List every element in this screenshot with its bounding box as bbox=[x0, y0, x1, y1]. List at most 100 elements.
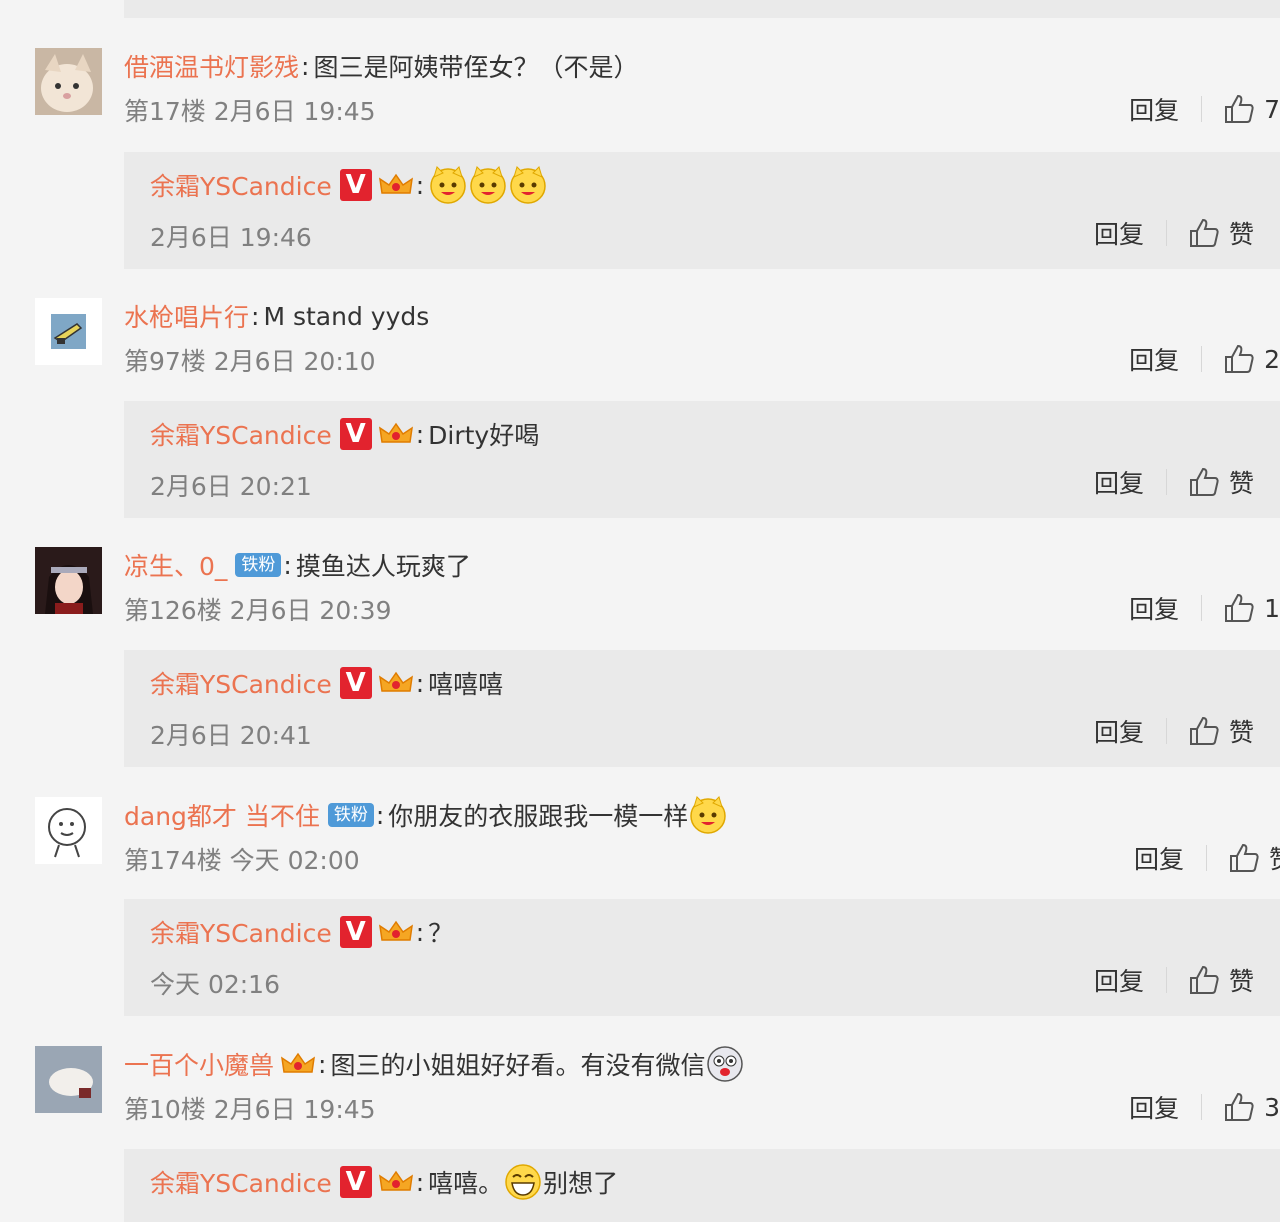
reply-actions: 回复 赞 bbox=[1094, 216, 1254, 250]
divider bbox=[1201, 96, 1203, 122]
reply-username[interactable]: 余霜YSCandice bbox=[150, 416, 332, 452]
comment-username[interactable]: dang都才 当不住 bbox=[124, 797, 320, 833]
thumbs-up-icon bbox=[1189, 965, 1219, 994]
thumbs-up-icon bbox=[1225, 344, 1254, 373]
comment-text: 图三是阿姨带侄女？（不是） bbox=[313, 53, 639, 82]
comment-text: 图三的小姐姐好好看。有没有微信 bbox=[330, 1051, 706, 1080]
reply-button[interactable]: 回复 bbox=[1094, 713, 1144, 749]
like-label: 赞 bbox=[1228, 967, 1254, 996]
reply-button[interactable]: 回复 bbox=[1129, 1089, 1179, 1125]
avatar[interactable] bbox=[35, 547, 102, 614]
avatar[interactable] bbox=[35, 1046, 102, 1113]
verified-badge: V bbox=[339, 169, 372, 201]
colon: : bbox=[415, 668, 425, 698]
like-label: 赞 bbox=[1228, 469, 1254, 498]
comment-actions: 回复 3 bbox=[1129, 1090, 1280, 1124]
like-count: 3 bbox=[1264, 1092, 1280, 1122]
hand-avatar-icon bbox=[35, 1046, 102, 1113]
like-button[interactable]: 7 bbox=[1222, 92, 1280, 126]
divider bbox=[1205, 845, 1207, 871]
reply-button[interactable]: 回复 bbox=[1129, 91, 1179, 127]
reply-meta: 2月6日 20:21 bbox=[150, 472, 312, 501]
thumbs-up-icon bbox=[1189, 716, 1219, 745]
reply-text: 嘻嘻。 bbox=[428, 1169, 504, 1198]
avatar[interactable] bbox=[35, 797, 102, 864]
comment-username[interactable]: 凉生、0_ bbox=[124, 547, 227, 583]
reply-button[interactable]: 回复 bbox=[1094, 464, 1144, 500]
reply-meta: 今天 02:16 bbox=[150, 970, 280, 999]
comment-text: M stand yyds bbox=[263, 301, 430, 331]
crown-fan-icon bbox=[378, 920, 413, 941]
divider bbox=[1201, 595, 1203, 621]
reply-box: 余霜YSCandice V : 嘻嘻嘻 2月6日 20:41 回复 赞 bbox=[124, 650, 1280, 767]
smile-emoji-icon bbox=[468, 165, 508, 205]
comment-meta: 第17楼 2月6日 19:45 bbox=[124, 97, 376, 126]
verified-badge: V bbox=[339, 418, 372, 450]
doodle-avatar-icon bbox=[35, 797, 102, 864]
reply-username[interactable]: 余霜YSCandice bbox=[150, 1164, 332, 1200]
reply-box: 余霜YSCandice V : 2月6日 19:46 回复 赞 bbox=[124, 152, 1280, 269]
verified-badge: V bbox=[339, 1166, 372, 1198]
like-button[interactable]: 2 bbox=[1222, 342, 1280, 376]
divider bbox=[1165, 967, 1167, 993]
reply-text-2: 别想了 bbox=[543, 1169, 619, 1198]
divider bbox=[1165, 718, 1167, 744]
comment-text: 你朋友的衣服跟我一模一样 bbox=[388, 802, 689, 831]
thumbs-up-icon bbox=[1229, 843, 1259, 872]
thumbs-up-icon bbox=[1189, 218, 1219, 247]
reply-text: 嘻嘻嘻 bbox=[428, 670, 504, 699]
reply-button[interactable]: 回复 bbox=[1134, 840, 1184, 876]
crown-fan-icon bbox=[378, 671, 413, 692]
comment-username[interactable]: 一百个小魔兽 bbox=[124, 1046, 274, 1082]
reply-button[interactable]: 回复 bbox=[1129, 341, 1179, 377]
reply-username[interactable]: 余霜YSCandice bbox=[150, 167, 332, 203]
colon: : bbox=[415, 1167, 425, 1197]
like-button[interactable]: 赞 bbox=[1187, 962, 1254, 998]
comment-username[interactable]: 水枪唱片行 bbox=[124, 298, 249, 334]
crown-fan-icon bbox=[378, 173, 413, 194]
like-count: 1 bbox=[1264, 593, 1280, 623]
thumbs-up-icon bbox=[1225, 593, 1254, 622]
like-label: 赞 bbox=[1228, 718, 1254, 747]
cat-avatar-icon bbox=[35, 48, 102, 115]
smile-emoji-icon bbox=[508, 165, 548, 205]
comment-actions: 回复 2 bbox=[1129, 342, 1280, 376]
crown-fan-icon bbox=[378, 1170, 413, 1191]
fan-badge: 铁粉 bbox=[327, 803, 374, 827]
reply-username[interactable]: 余霜YSCandice bbox=[150, 665, 332, 701]
comment-actions: 回复 7 bbox=[1129, 92, 1280, 126]
reply-text: Dirty好喝 bbox=[428, 421, 540, 450]
divider bbox=[1201, 1094, 1203, 1120]
like-count: 7 bbox=[1264, 94, 1280, 124]
like-button[interactable]: 赞 bbox=[1227, 840, 1280, 876]
reply-actions: 回复 赞 bbox=[1094, 714, 1254, 748]
smile-emoji-icon bbox=[428, 165, 468, 205]
like-button[interactable]: 赞 bbox=[1187, 713, 1254, 749]
reply-button[interactable]: 回复 bbox=[1129, 590, 1179, 626]
divider bbox=[1165, 220, 1167, 246]
like-count: 2 bbox=[1264, 344, 1280, 374]
like-button[interactable]: 赞 bbox=[1187, 464, 1254, 500]
avatar[interactable] bbox=[35, 48, 102, 115]
comment-meta: 第174楼 今天 02:00 bbox=[124, 846, 360, 875]
reply-button[interactable]: 回复 bbox=[1094, 962, 1144, 998]
comment-text: 摸鱼达人玩爽了 bbox=[295, 552, 471, 581]
thumbs-up-icon bbox=[1225, 94, 1254, 123]
reply-meta: 2月6日 19:46 bbox=[150, 223, 312, 252]
previous-reply-box bbox=[124, 0, 1280, 18]
avatar[interactable] bbox=[35, 298, 102, 365]
reply-box: 余霜YSCandice V : 嘻嘻。 别想了 bbox=[124, 1149, 1280, 1222]
fan-badge: 铁粉 bbox=[235, 553, 282, 577]
verified-badge: V bbox=[339, 916, 372, 948]
comment-username[interactable]: 借酒温书灯影残 bbox=[124, 48, 299, 84]
like-button[interactable]: 1 bbox=[1222, 591, 1280, 625]
thumbs-up-icon bbox=[1189, 467, 1219, 496]
like-button[interactable]: 3 bbox=[1222, 1090, 1280, 1124]
anime-avatar-icon bbox=[35, 547, 102, 614]
reply-button[interactable]: 回复 bbox=[1094, 215, 1144, 251]
verified-badge: V bbox=[339, 667, 372, 699]
thumbs-up-icon bbox=[1225, 1092, 1254, 1121]
like-button[interactable]: 赞 bbox=[1187, 215, 1254, 251]
comment-meta: 第126楼 2月6日 20:39 bbox=[124, 596, 392, 625]
reply-username[interactable]: 余霜YSCandice bbox=[150, 914, 332, 950]
